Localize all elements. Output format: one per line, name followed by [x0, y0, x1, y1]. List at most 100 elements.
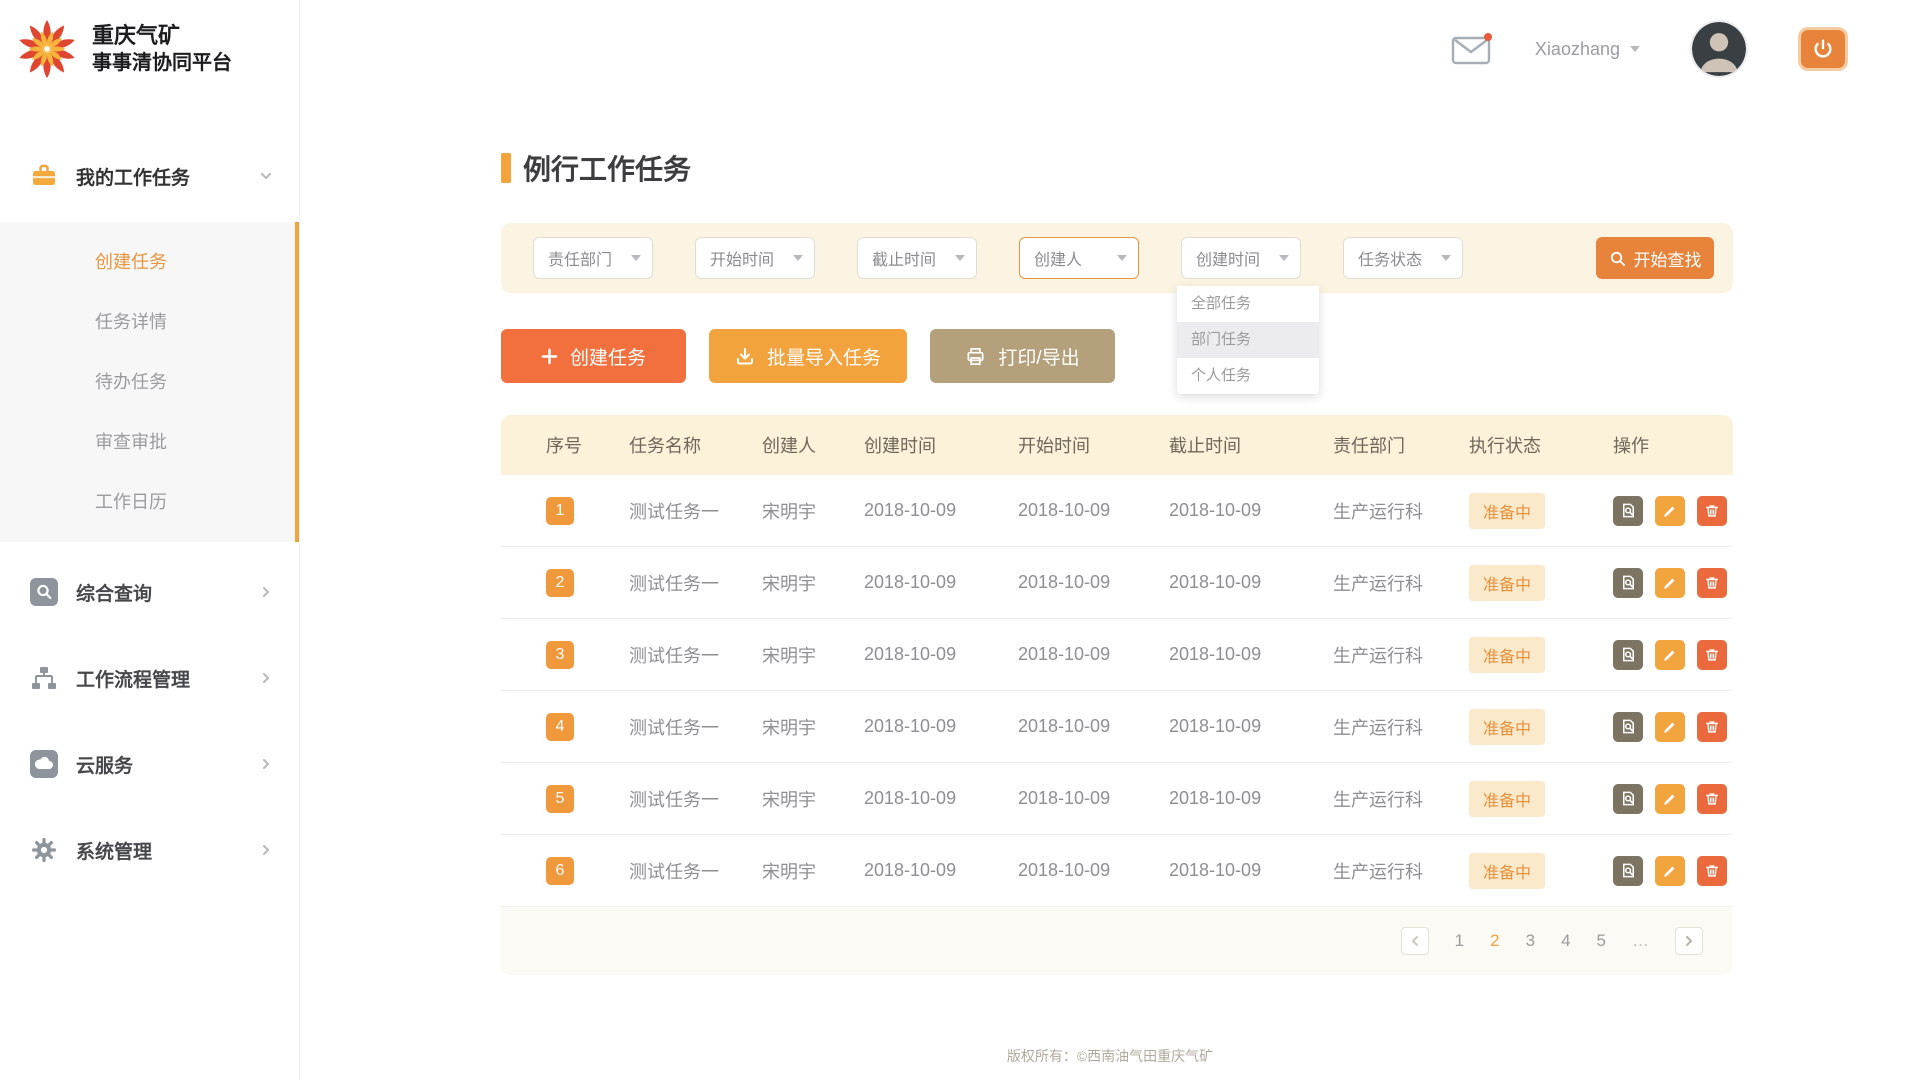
dropdown-option[interactable]: 部门任务	[1177, 322, 1319, 358]
chevron-right-icon	[259, 843, 273, 857]
delete-task-button[interactable]	[1697, 856, 1727, 886]
tasks-table: 序号 任务名称 创建人 创建时间 开始时间 截止时间 责任部门 执行状态 操作 …	[501, 415, 1733, 975]
logout-power-button[interactable]	[1798, 27, 1848, 71]
filter-select[interactable]: 截止时间	[857, 237, 977, 279]
submenu-item[interactable]: 任务详情	[0, 292, 295, 352]
notification-dot	[1484, 33, 1492, 41]
dropdown-option-label: 部门任务	[1191, 331, 1251, 348]
task-name-cell: 测试任务一	[629, 498, 762, 524]
submenu: 创建任务 任务详情 待办任务 审查审批 工作日历	[0, 222, 299, 542]
row-actions	[1613, 856, 1733, 886]
chevron-down-icon	[631, 255, 641, 261]
user-menu[interactable]: Xiaozhang	[1535, 39, 1640, 60]
view-task-button[interactable]	[1613, 856, 1643, 886]
delete-task-button[interactable]	[1697, 496, 1727, 526]
sidebar-item-cloud[interactable]: 云服务	[0, 732, 299, 796]
page-title: 例行工作任务	[523, 148, 691, 188]
submenu-item[interactable]: 待办任务	[0, 352, 295, 412]
view-task-button[interactable]	[1613, 496, 1643, 526]
search-button[interactable]: 开始查找	[1596, 237, 1714, 279]
print-export-button[interactable]: 打印/导出	[930, 329, 1115, 383]
edit-task-button[interactable]	[1655, 640, 1685, 670]
printer-icon	[965, 346, 986, 367]
edit-task-button[interactable]	[1655, 712, 1685, 742]
end-time-cell: 2018-10-09	[1169, 788, 1333, 809]
create-task-button[interactable]: 创建任务	[501, 329, 686, 383]
topbar: Xiaozhang	[300, 0, 1920, 98]
submenu-item-label: 工作日历	[95, 492, 167, 512]
edit-task-button[interactable]	[1655, 496, 1685, 526]
sidebar-item-workflow[interactable]: 工作流程管理	[0, 646, 299, 710]
submenu-item[interactable]: 审查审批	[0, 412, 295, 472]
created-time-cell: 2018-10-09	[864, 788, 1018, 809]
delete-task-button[interactable]	[1697, 640, 1727, 670]
department-cell: 生产运行科	[1333, 570, 1469, 596]
edit-task-button[interactable]	[1655, 856, 1685, 886]
column-header: 任务名称	[629, 432, 762, 458]
briefcase-icon	[30, 162, 58, 190]
brand-logo: 重庆气矿 事事清协同平台	[0, 0, 299, 98]
delete-task-button[interactable]	[1697, 568, 1727, 598]
department-cell: 生产运行科	[1333, 786, 1469, 812]
created-time-cell: 2018-10-09	[864, 500, 1018, 521]
filter-select[interactable]: 创建时间	[1181, 237, 1301, 279]
row-actions	[1613, 712, 1733, 742]
search-button-label: 开始查找	[1634, 246, 1702, 271]
dropdown-option[interactable]: 个人任务	[1177, 358, 1319, 394]
chevron-down-icon	[955, 255, 965, 261]
row-actions	[1613, 640, 1733, 670]
sidebar: 重庆气矿 事事清协同平台 我的工作任务 创建任务 任务详情 待办任务 审查审批	[0, 0, 300, 1080]
dropdown-option[interactable]: 全部任务	[1177, 286, 1319, 322]
edit-task-button[interactable]	[1655, 784, 1685, 814]
page-number[interactable]: 1	[1455, 931, 1464, 951]
page-list: 12345…	[1455, 931, 1649, 951]
filter-select[interactable]: 责任部门	[533, 237, 653, 279]
delete-task-button[interactable]	[1697, 784, 1727, 814]
edit-task-button[interactable]	[1655, 568, 1685, 598]
view-task-button[interactable]	[1613, 568, 1643, 598]
dropdown-option-label: 个人任务	[1191, 367, 1251, 384]
sidebar-item-my-tasks[interactable]: 我的工作任务	[0, 144, 299, 208]
end-time-cell: 2018-10-09	[1169, 500, 1333, 521]
view-task-button[interactable]	[1613, 784, 1643, 814]
gear-icon	[30, 836, 58, 864]
sidebar-item-query[interactable]: 综合查询	[0, 560, 299, 624]
column-header: 创建人	[762, 432, 864, 458]
sidebar-item-system[interactable]: 系统管理	[0, 818, 299, 882]
avatar[interactable]	[1692, 22, 1746, 76]
column-header: 执行状态	[1469, 432, 1613, 458]
submenu-item-label: 待办任务	[95, 372, 167, 392]
delete-task-button[interactable]	[1697, 712, 1727, 742]
task-name-cell: 测试任务一	[629, 570, 762, 596]
row-actions	[1613, 568, 1733, 598]
chevron-right-icon	[259, 585, 273, 599]
page-number[interactable]: 5	[1597, 931, 1606, 951]
page-number[interactable]: 2	[1490, 931, 1499, 951]
created-time-cell: 2018-10-09	[864, 572, 1018, 593]
filter-select[interactable]: 创建人	[1019, 237, 1139, 279]
end-time-cell: 2018-10-09	[1169, 860, 1333, 881]
view-task-button[interactable]	[1613, 640, 1643, 670]
chevron-down-icon	[1441, 255, 1451, 261]
prev-page-button[interactable]	[1401, 927, 1429, 955]
filter-select-label: 创建人	[1034, 246, 1082, 270]
chevron-down-icon	[1117, 255, 1127, 261]
chevron-down-icon	[1279, 255, 1289, 261]
page-number[interactable]: 3	[1526, 931, 1535, 951]
batch-import-button[interactable]: 批量导入任务	[709, 329, 907, 383]
filter-select[interactable]: 任务状态	[1343, 237, 1463, 279]
search-icon	[1609, 250, 1626, 267]
table-row: 3 测试任务一 宋明宇 2018-10-09 2018-10-09 2018-1…	[501, 619, 1733, 691]
filter-select-label: 任务状态	[1358, 246, 1422, 270]
submenu-item[interactable]: 工作日历	[0, 472, 295, 532]
submenu-item-label: 创建任务	[95, 252, 167, 272]
copyright-footer: 版权所有：©西南油气田重庆气矿	[300, 1046, 1920, 1066]
next-page-button[interactable]	[1675, 927, 1703, 955]
page-number[interactable]: 4	[1561, 931, 1570, 951]
view-task-button[interactable]	[1613, 712, 1643, 742]
filter-select[interactable]: 开始时间	[695, 237, 815, 279]
submenu-item[interactable]: 创建任务	[0, 232, 295, 292]
end-time-cell: 2018-10-09	[1169, 572, 1333, 593]
mail-icon[interactable]	[1451, 31, 1493, 67]
action-label: 创建任务	[570, 343, 646, 370]
